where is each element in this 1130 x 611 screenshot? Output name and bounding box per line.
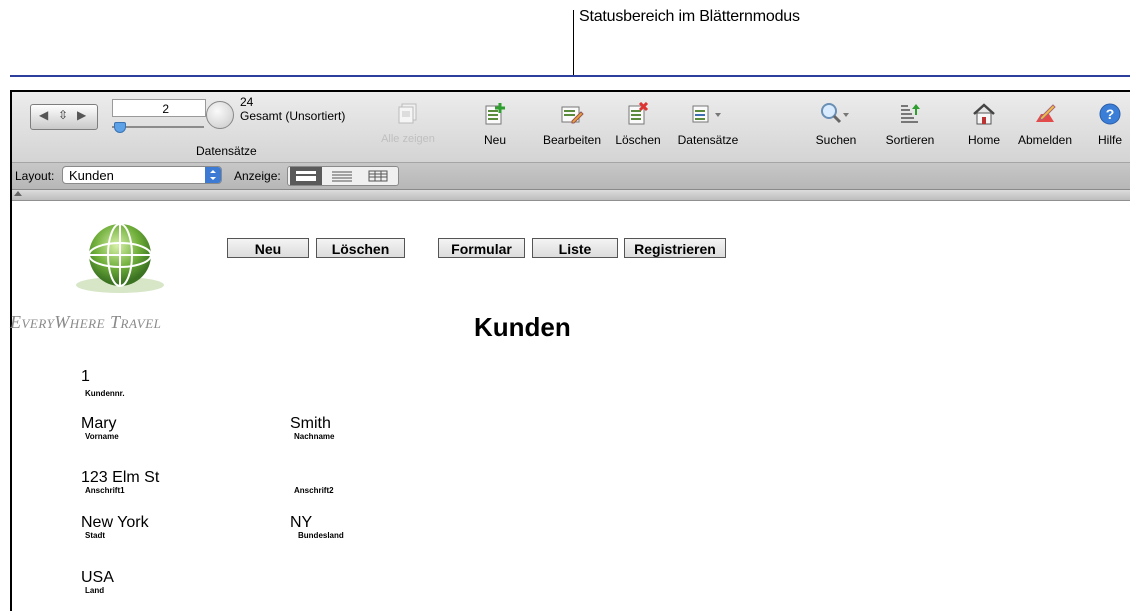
book-navigator[interactable]: ◀ ⇳ ▶ [30, 104, 98, 130]
total-count: 24 [240, 95, 254, 109]
new-record-icon [485, 103, 505, 125]
page-title: Kunden [474, 312, 571, 342]
delete-record-label: Löschen [615, 133, 661, 147]
address1-label: Anschrift1 [85, 486, 125, 495]
layout-bar: Layout: Kunden Anzeige: [12, 163, 1130, 190]
magnifier-icon [821, 103, 849, 124]
help-label: Hilfe [1097, 133, 1122, 147]
city-field[interactable]: New York [81, 515, 149, 531]
record-count: 24 Gesamt (Unsortiert) [240, 95, 345, 123]
svg-text:?: ? [1106, 106, 1115, 122]
first-name-field[interactable]: Mary [81, 416, 117, 432]
previous-record-icon[interactable]: ◀ [39, 108, 48, 122]
total-label: Gesamt (Unsortiert) [240, 109, 346, 123]
delete-button[interactable]: Löschen [316, 238, 405, 258]
edit-record-icon [561, 106, 584, 124]
sort-icon [901, 104, 920, 123]
show-all-icon [398, 103, 417, 124]
globe-logo-icon [76, 223, 164, 293]
book-pages-icon: ⇳ [58, 108, 69, 122]
show-all-button[interactable]: Alle zeigen [368, 102, 448, 145]
form-button[interactable]: Formular [438, 238, 525, 258]
list-button[interactable]: Liste [532, 238, 618, 258]
state-field[interactable]: NY [290, 515, 312, 531]
sort-label: Sortieren [885, 133, 935, 147]
sort-button[interactable]: Sortieren [870, 102, 950, 147]
last-name-field[interactable]: Smith [290, 416, 331, 432]
city-label: Stadt [85, 531, 105, 540]
status-toolbar: ◀ ⇳ ▶ 2 24 Gesamt (Unsortiert) Datensätz… [12, 92, 1130, 163]
delete-record-button[interactable]: Löschen [598, 102, 678, 147]
logout-icon [1036, 104, 1056, 122]
last-name-label: Nachname [294, 432, 335, 441]
logout-button[interactable]: Abmelden [1005, 102, 1085, 147]
record-slider-thumb[interactable] [114, 122, 126, 133]
record-number-field[interactable]: 2 [112, 99, 206, 117]
address1-field[interactable]: 123 Elm St [81, 470, 159, 486]
state-label: Bundesland [298, 531, 344, 540]
records-caption: Datensätze [196, 144, 257, 158]
records-menu-icon [692, 105, 721, 123]
records-menu-button[interactable]: Datensätze [668, 102, 748, 147]
register-button[interactable]: Registrieren [624, 238, 726, 258]
country-field[interactable]: USA [81, 570, 114, 586]
select-arrows-icon [205, 167, 221, 183]
found-set-pie-icon[interactable] [206, 101, 234, 129]
view-as-label: Anzeige: [234, 169, 281, 183]
form-view-icon [296, 171, 316, 181]
help-icon: ? [1099, 103, 1121, 125]
country-label: Land [85, 586, 105, 595]
collapse-triangle-icon[interactable] [14, 191, 22, 196]
status-toggle-strip[interactable] [12, 190, 1130, 201]
address2-label: Anschrift2 [294, 486, 334, 495]
layout-selected-value: Kunden [69, 168, 114, 183]
layout-select[interactable]: Kunden [62, 166, 222, 184]
customer-number-field[interactable]: 1 [81, 369, 90, 385]
view-as-table-button[interactable] [362, 167, 394, 185]
new-record-label: Neu [483, 133, 506, 147]
first-name-label: Vorname [85, 432, 119, 441]
show-all-label: Alle zeigen [381, 133, 435, 145]
layout-label: Layout: [15, 169, 55, 183]
view-as-list-button[interactable] [326, 167, 358, 185]
view-as-form-button[interactable] [290, 167, 322, 185]
help-button[interactable]: ? Hilfe [1080, 102, 1130, 147]
table-view-icon [368, 170, 388, 182]
find-button[interactable]: Suchen [796, 102, 876, 147]
logout-label: Abmelden [1017, 133, 1073, 147]
records-menu-label: Datensätze [677, 133, 739, 147]
next-record-icon[interactable]: ▶ [77, 108, 86, 122]
home-icon [973, 103, 995, 125]
list-view-icon [332, 171, 352, 182]
callout-label: Statusbereich im Blätternmodus [579, 8, 800, 25]
view-as-group [287, 166, 399, 186]
customer-number-label: Kundennr. [85, 389, 125, 398]
brand-logo-text: EveryWhere Travel [10, 312, 162, 332]
delete-record-icon [628, 102, 649, 125]
callout-leader-line [573, 10, 574, 76]
find-label: Suchen [815, 133, 857, 147]
new-record-button[interactable]: Neu [455, 102, 535, 147]
new-button[interactable]: Neu [227, 238, 309, 258]
top-rule [10, 75, 1130, 77]
